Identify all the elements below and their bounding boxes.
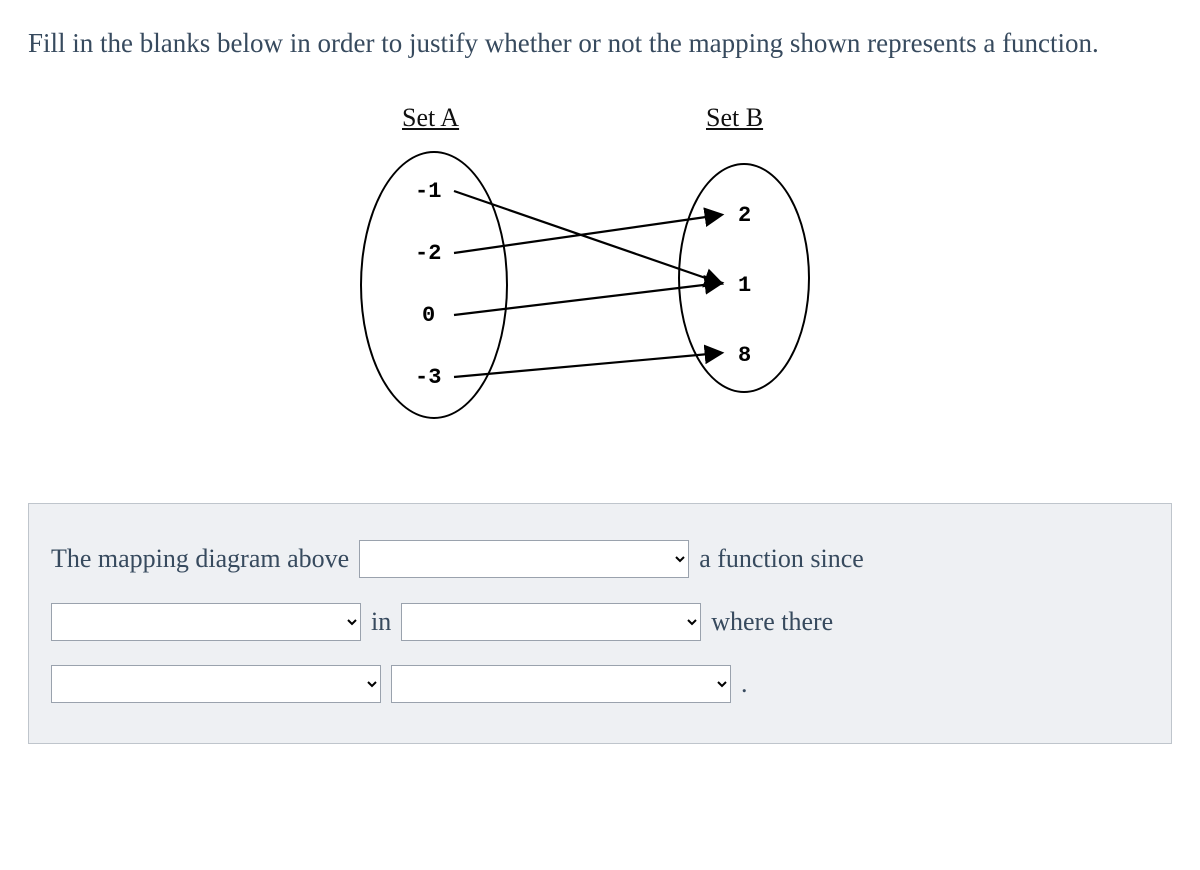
set-a-value-0: -1	[415, 179, 441, 204]
blank-1-select[interactable]	[359, 540, 689, 578]
sentence-part-1: The mapping diagram above	[51, 528, 349, 590]
set-a-label: Set A	[402, 103, 459, 133]
blank-5-select[interactable]	[391, 665, 731, 703]
sentence-part-2: a function since	[699, 528, 864, 590]
set-b-label: Set B	[706, 103, 763, 133]
instructions-text: Fill in the blanks below in order to jus…	[28, 24, 1172, 63]
blank-2-select[interactable]	[51, 603, 361, 641]
set-a-value-1: -2	[415, 241, 441, 266]
sentence-part-5: .	[741, 653, 748, 715]
answer-panel: The mapping diagram above a function sin…	[28, 503, 1172, 744]
set-a-value-3: -3	[415, 365, 441, 390]
set-a-value-2: 0	[422, 303, 435, 328]
blank-4-select[interactable]	[51, 665, 381, 703]
set-b-value-2: 8	[738, 343, 751, 368]
set-b-value-0: 2	[738, 203, 751, 228]
sentence-part-4: where there	[711, 591, 833, 653]
blank-3-select[interactable]	[401, 603, 701, 641]
set-b-value-1: 1	[738, 273, 751, 298]
mapping-diagram: Set A Set B -1 -2 0 -3 2 1 8	[28, 103, 1172, 443]
sentence-part-3: in	[371, 591, 391, 653]
